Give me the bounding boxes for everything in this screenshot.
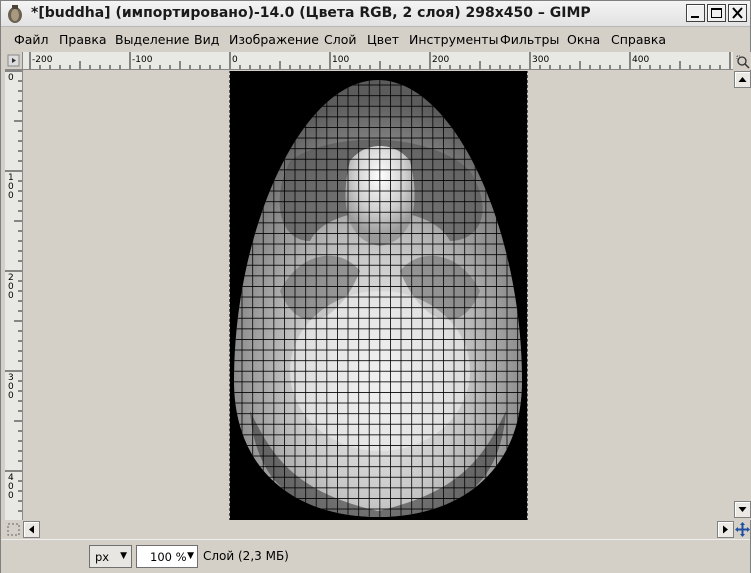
menu-layer[interactable]: Слой: [324, 32, 357, 47]
arrow-up-icon: [738, 77, 747, 82]
unit-value: px: [95, 550, 110, 564]
gimp-app-icon: [8, 5, 22, 23]
menu-file[interactable]: Файл: [14, 32, 49, 47]
menu-edit[interactable]: Правка: [59, 32, 107, 47]
menu-help[interactable]: Справка: [611, 32, 666, 47]
play-arrow-icon: [7, 54, 20, 67]
menu-select[interactable]: Выделение: [115, 32, 189, 47]
quick-mask-icon: [7, 523, 20, 536]
ruler-label: 400: [632, 55, 649, 65]
vertical-ruler-scale: 0 1 0 0 2 0 0 3 0 0 4 0 0: [5, 70, 22, 512]
maximize-button[interactable]: [707, 4, 726, 22]
dropdown-arrow-icon: ▼: [187, 551, 194, 561]
ruler-label: 200: [8, 273, 14, 301]
menu-image[interactable]: Изображение: [229, 32, 319, 47]
ruler-label: -200: [32, 55, 53, 65]
menu-tools[interactable]: Инструменты: [409, 32, 498, 47]
ruler-label: 0: [232, 55, 238, 65]
scroll-down-button[interactable]: [734, 501, 751, 518]
quick-mask-menu-button[interactable]: [5, 52, 23, 70]
layer-status-text: Слой (2,3 МБ): [203, 549, 289, 563]
title-bar[interactable]: *[buddha] (импортировано)-14.0 (Цвета RG…: [1, 1, 750, 27]
move-cross-icon: [735, 522, 750, 537]
ruler-label: -100: [132, 55, 153, 65]
close-icon: [732, 7, 743, 19]
buddha-image: [230, 71, 527, 520]
image-display[interactable]: [229, 71, 528, 520]
magnifier-icon: [736, 55, 750, 69]
navigate-button[interactable]: [734, 521, 751, 538]
scroll-up-button[interactable]: [734, 71, 751, 88]
minimize-button[interactable]: [686, 4, 705, 22]
horizontal-scrollbar[interactable]: [23, 521, 734, 538]
menu-view[interactable]: Вид: [194, 32, 219, 47]
unit-dropdown[interactable]: px ▼: [89, 545, 132, 568]
menu-windows[interactable]: Окна: [567, 32, 600, 47]
horizontal-ruler[interactable]: -200 -100 0 100 200 300 400: [23, 52, 733, 70]
menu-colors[interactable]: Цвет: [367, 32, 399, 47]
ruler-label: 300: [532, 55, 549, 65]
quick-mask-toggle[interactable]: [5, 521, 22, 538]
arrow-left-icon: [29, 525, 34, 534]
zoom-dropdown[interactable]: 100 % ▼: [136, 545, 198, 568]
arrow-right-icon: [723, 525, 728, 534]
close-button[interactable]: [728, 4, 747, 22]
scroll-left-button[interactable]: [23, 521, 40, 538]
horizontal-ruler-scale: -200 -100 0 100 200 300 400: [29, 52, 731, 69]
arrow-down-icon: [738, 507, 747, 512]
menu-filters[interactable]: Фильтры: [500, 32, 559, 47]
maximize-icon: [711, 8, 722, 18]
image-canvas[interactable]: [24, 71, 733, 520]
ruler-label: 200: [432, 55, 449, 65]
gimp-image-window: *[buddha] (импортировано)-14.0 (Цвета RG…: [0, 0, 751, 573]
window-title: *[buddha] (импортировано)-14.0 (Цвета RG…: [31, 5, 591, 21]
vertical-scrollbar[interactable]: [734, 71, 751, 520]
ruler-label: 300: [8, 373, 14, 401]
zoom-value: 100 %: [150, 550, 187, 564]
minimize-icon: [691, 16, 699, 18]
zoom-image-button[interactable]: [734, 52, 751, 70]
menu-bar: Файл Правка Выделение Вид Изображение Сл…: [1, 28, 750, 50]
vertical-ruler[interactable]: 0 100 200 300 400: [5, 70, 23, 520]
status-bar: px ▼ 100 % ▼ Слой (2,3 МБ): [1, 539, 750, 573]
ruler-label: 0: [8, 73, 14, 83]
ruler-label: 400: [8, 473, 14, 501]
ruler-label: 100: [8, 173, 14, 201]
ruler-label: 100: [332, 55, 349, 65]
dropdown-arrow-icon: ▼: [120, 551, 127, 561]
scroll-right-button[interactable]: [717, 521, 734, 538]
